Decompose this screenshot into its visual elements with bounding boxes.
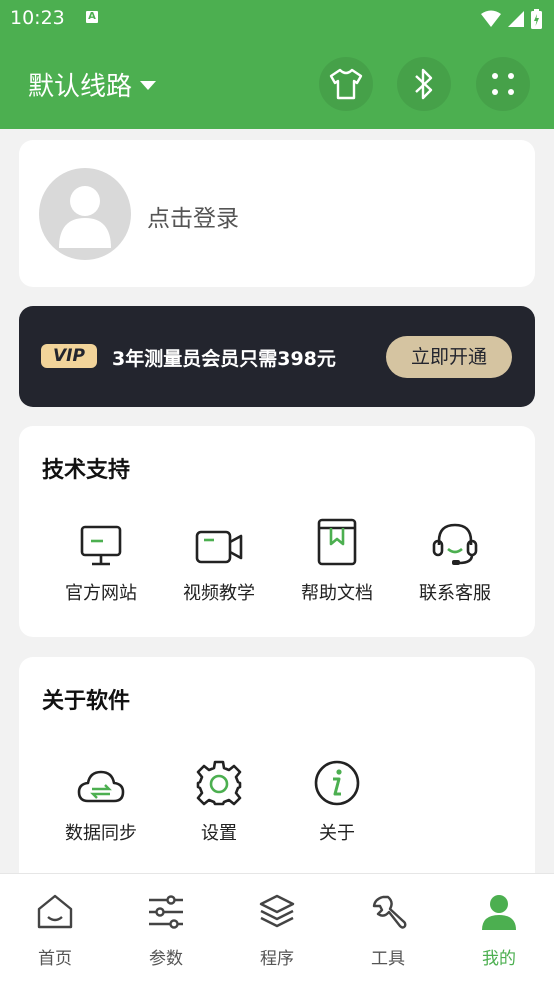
video-tutorial-item[interactable]: 视频教学 [160, 511, 278, 605]
route-label: 默认线路 [28, 72, 133, 102]
help-docs-label: 帮助文档 [301, 583, 373, 604]
scan-button[interactable] [476, 57, 530, 111]
data-sync-item[interactable]: 数据同步 [42, 751, 160, 845]
cloud-sync-icon [77, 770, 125, 803]
vip-badge: VIP [41, 344, 97, 368]
battery-icon [531, 9, 542, 29]
avatar[interactable] [39, 168, 131, 260]
tab-tools-label: 工具 [371, 949, 405, 969]
tab-params-label: 参数 [149, 949, 183, 969]
theme-button[interactable] [319, 57, 373, 111]
sliders-icon [149, 895, 183, 929]
vip-activate-button[interactable]: 立即开通 [386, 336, 512, 378]
bottom-tab-bar: 首页 参数 程序 工具 我的 [0, 873, 554, 985]
info-icon [314, 760, 360, 806]
help-docs-item[interactable]: 帮助文档 [278, 511, 396, 605]
about-item[interactable]: 关于 [278, 751, 396, 845]
data-sync-label: 数据同步 [65, 823, 137, 844]
scan-icon [492, 73, 514, 95]
home-icon [37, 894, 73, 929]
tab-home[interactable]: 首页 [0, 888, 110, 969]
headset-icon [432, 523, 478, 565]
gear-icon [196, 760, 242, 806]
tab-tools[interactable]: 工具 [333, 888, 443, 969]
user-icon [482, 895, 516, 930]
tab-program[interactable]: 程序 [222, 888, 332, 969]
about-label: 关于 [319, 823, 355, 844]
wifi-icon [481, 10, 501, 27]
about-software-title: 关于软件 [42, 689, 131, 714]
login-prompt[interactable]: 点击登录 [147, 199, 239, 233]
video-tutorial-label: 视频教学 [183, 583, 255, 604]
official-website-item[interactable]: 官方网站 [42, 511, 160, 605]
official-website-label: 官方网站 [65, 583, 137, 604]
contact-support-label: 联系客服 [419, 583, 491, 604]
signal-icon [508, 11, 524, 27]
route-selector[interactable]: 默认线路 [28, 66, 157, 103]
settings-item[interactable]: 设置 [160, 751, 278, 845]
settings-label: 设置 [201, 823, 237, 844]
tech-support-card: 技术支持 官方网站 视频教学 帮助文档 联系客服 [19, 426, 535, 637]
tab-mine[interactable]: 我的 [444, 888, 554, 969]
status-icons [481, 9, 542, 29]
bluetooth-icon [415, 68, 433, 100]
about-software-card: 关于软件 数据同步 设置 关于 [19, 657, 535, 897]
tab-home-label: 首页 [38, 949, 72, 969]
status-bar: 10:23 A [0, 0, 554, 38]
notification-icon: A [86, 11, 98, 23]
vip-banner: VIP 3年测量员会员只需398元 立即开通 [19, 306, 535, 407]
layers-icon [259, 894, 295, 928]
app-bar: 默认线路 [0, 38, 554, 129]
bluetooth-button[interactable] [397, 57, 451, 111]
vip-offer-text: 3年测量员会员只需398元 [112, 348, 336, 370]
tab-program-label: 程序 [260, 949, 294, 969]
book-icon [317, 518, 357, 566]
tab-params[interactable]: 参数 [111, 888, 221, 969]
user-avatar-icon [59, 186, 111, 248]
monitor-icon [80, 525, 122, 566]
caret-down-icon [140, 81, 157, 90]
tab-mine-label: 我的 [482, 949, 516, 969]
video-icon [195, 530, 243, 564]
contact-support-item[interactable]: 联系客服 [396, 511, 514, 605]
status-time: 10:23 [10, 7, 65, 29]
tech-support-title: 技术支持 [42, 458, 131, 483]
login-card[interactable]: 点击登录 [19, 140, 535, 287]
shirt-icon [329, 68, 363, 100]
wrench-icon [372, 895, 407, 929]
